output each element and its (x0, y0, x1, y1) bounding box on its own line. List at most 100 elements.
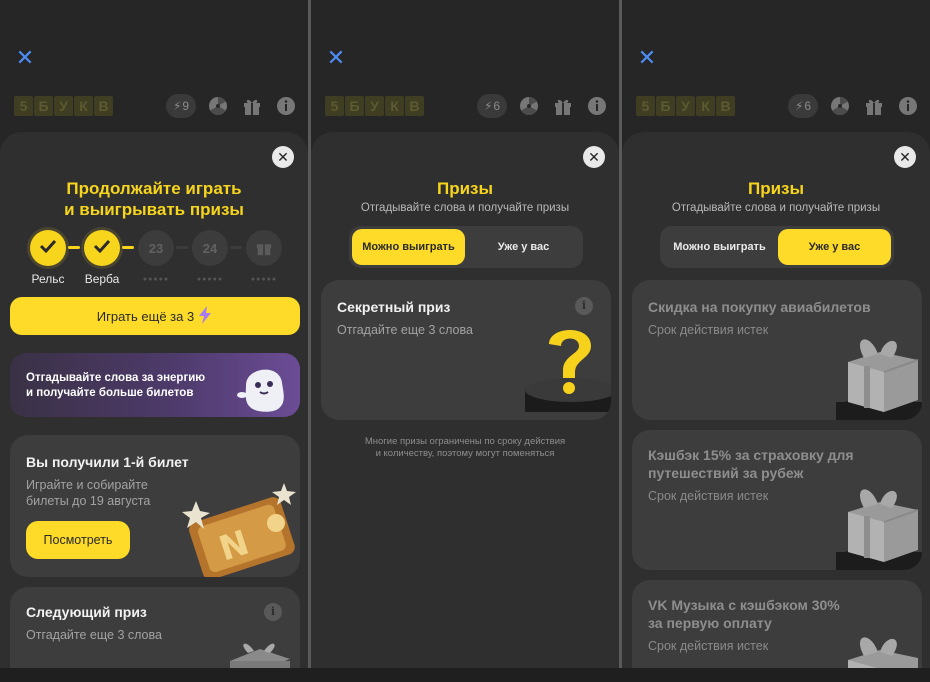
screenshot-collage: ✕ 5БУКВ ⚡ 9 ✕ Продолжайте играть и выигры… (0, 0, 930, 682)
energy-promo-banner[interactable]: Отгадывайте слова за энергию и получайте… (10, 353, 300, 417)
check-icon (39, 239, 57, 258)
prize-tabs: Можно выиграть Уже у вас (660, 226, 894, 268)
logo-letter: К (385, 96, 404, 116)
screen-prizes-have: ✕ 5БУКВ ⚡ 6 ✕ Призы Отгадывайте слова и п… (622, 0, 930, 682)
lightning-icon: ⚡ (794, 99, 804, 113)
secret-prize-sub: Отгадайте еще 3 слова (337, 323, 473, 337)
logo-letter: К (74, 96, 93, 116)
progress-step-done (30, 230, 66, 266)
progress-link (68, 246, 80, 249)
app-logo: 5БУКВ (325, 96, 424, 116)
tab-already-have[interactable]: Уже у вас (778, 229, 891, 265)
logo-letter: Б (34, 96, 53, 116)
info-icon[interactable] (585, 94, 609, 118)
logo-letter: 5 (14, 96, 33, 116)
play-again-label: Играть ещё за 3 (96, 308, 195, 324)
tab-already-have[interactable]: Уже у вас (467, 229, 580, 265)
ticket-sub-line: Играйте и собирайте (26, 478, 148, 492)
progress-link (176, 246, 188, 249)
sheet-close-icon[interactable]: ✕ (583, 146, 605, 168)
logo-letter: В (405, 96, 424, 116)
gift-icon[interactable] (551, 94, 575, 118)
secret-prize-title: Секретный приз (337, 299, 451, 315)
bottom-bar (0, 668, 930, 682)
tab-can-win[interactable]: Можно выиграть (663, 229, 776, 265)
close-icon[interactable]: ✕ (636, 47, 658, 69)
energy-count: 9 (182, 99, 190, 113)
progress-track: 23 24 Рельс Верба ●●●●● ●●●●● ●●●●● (26, 230, 284, 290)
header-icons: ⚡ 9 (166, 94, 298, 118)
next-prize-sub: Отгадайте еще 3 слова (26, 628, 162, 642)
progress-link (122, 246, 134, 249)
check-icon (93, 239, 111, 258)
info-icon[interactable]: i (575, 297, 593, 315)
gift-icon[interactable] (862, 94, 886, 118)
prize-title: Скидка на покупку авиабилетов (648, 299, 871, 315)
logo-letter: У (676, 96, 695, 116)
prizes-disclaimer: Многие призы ограничены по сроку действи… (341, 436, 589, 460)
disclaimer-line: Многие призы ограничены по сроку действи… (364, 436, 566, 447)
ticket-card: Вы получили 1-й билет Играйте и собирайт… (10, 435, 300, 577)
screen-prizes-win: ✕ 5БУКВ ⚡ 6 ✕ Призы Отгадывайте слова и п… (311, 0, 619, 682)
ghost-mascot-icon (236, 359, 290, 415)
app-logo: 5БУКВ (14, 96, 113, 116)
sheet-subtitle: Отгадывайте слова и получайте призы (671, 202, 881, 214)
play-again-button[interactable]: Играть ещё за 3 (10, 297, 300, 335)
info-icon[interactable] (274, 94, 298, 118)
prize-title: за первую оплату (648, 615, 772, 631)
lightning-icon: ⚡ (483, 99, 493, 113)
step-label: Верба (84, 272, 120, 286)
sheet-subtitle: Отгадывайте слова и получайте призы (360, 202, 570, 214)
ticket-illustration-icon: N (180, 483, 300, 577)
logo-letter: 5 (636, 96, 655, 116)
logo-letter: Б (656, 96, 675, 116)
sheet-title: Призы (436, 179, 494, 198)
info-icon[interactable]: i (264, 603, 282, 621)
disclaimer-line: и количеству, поэтому могут поменяться (375, 448, 555, 459)
sheet-close-icon[interactable]: ✕ (272, 146, 294, 168)
gift-box-icon (830, 482, 922, 570)
sheet-close-icon[interactable]: ✕ (894, 146, 916, 168)
header-icons: ⚡ 6 (788, 94, 920, 118)
prize-card-expired[interactable]: Кэшбэк 15% за страховку для путешествий … (632, 430, 922, 570)
energy-badge[interactable]: ⚡ 6 (477, 94, 507, 118)
prize-status: Срок действия истек (648, 639, 769, 653)
prize-card-expired[interactable]: Скидка на покупку авиабилетов Срок дейст… (632, 280, 922, 420)
energy-badge[interactable]: ⚡ 9 (166, 94, 196, 118)
sheet-title-line2: и выигрывать призы (64, 200, 244, 219)
progress-link (230, 246, 242, 249)
gift-icon[interactable] (240, 94, 264, 118)
tab-can-win[interactable]: Можно выиграть (352, 229, 465, 265)
progress-step-23: 23 (138, 230, 174, 266)
close-icon[interactable]: ✕ (14, 47, 36, 69)
next-prize-title: Следующий приз (26, 604, 147, 620)
logo-letter: У (54, 96, 73, 116)
wheel-icon[interactable] (206, 94, 230, 118)
gift-box-icon (830, 332, 922, 420)
prize-status: Срок действия истек (648, 323, 769, 337)
promo-line: Отгадывайте слова за энергию (26, 372, 206, 384)
logo-letter: В (716, 96, 735, 116)
info-icon[interactable] (896, 94, 920, 118)
wheel-icon[interactable] (517, 94, 541, 118)
ticket-title: Вы получили 1-й билет (26, 454, 189, 470)
step-dots: ●●●●● (142, 276, 170, 283)
bottom-sheet: ✕ Призы Отгадывайте слова и получайте пр… (311, 132, 619, 682)
wheel-icon[interactable] (828, 94, 852, 118)
secret-prize-card[interactable]: Секретный приз Отгадайте еще 3 слова i (321, 280, 611, 420)
prize-title: Кэшбэк 15% за страховку для (648, 447, 854, 463)
sheet-title-line1: Продолжайте играть (66, 179, 242, 198)
lightning-icon (197, 305, 213, 327)
gift-icon (255, 238, 273, 259)
progress-step-done (84, 230, 120, 266)
prize-tabs: Можно выиграть Уже у вас (349, 226, 583, 268)
energy-badge[interactable]: ⚡ 6 (788, 94, 818, 118)
view-tickets-button[interactable]: Посмотреть (26, 521, 130, 559)
prize-card-expired[interactable]: VK Музыка с кэшбэком 30% за первую оплат… (632, 580, 922, 682)
bottom-sheet: ✕ Призы Отгадывайте слова и получайте пр… (622, 132, 930, 682)
logo-letter: Б (345, 96, 364, 116)
progress-step-24: 24 (192, 230, 228, 266)
progress-step-gift (246, 230, 282, 266)
prize-status: Срок действия истек (648, 489, 769, 503)
close-icon[interactable]: ✕ (325, 47, 347, 69)
